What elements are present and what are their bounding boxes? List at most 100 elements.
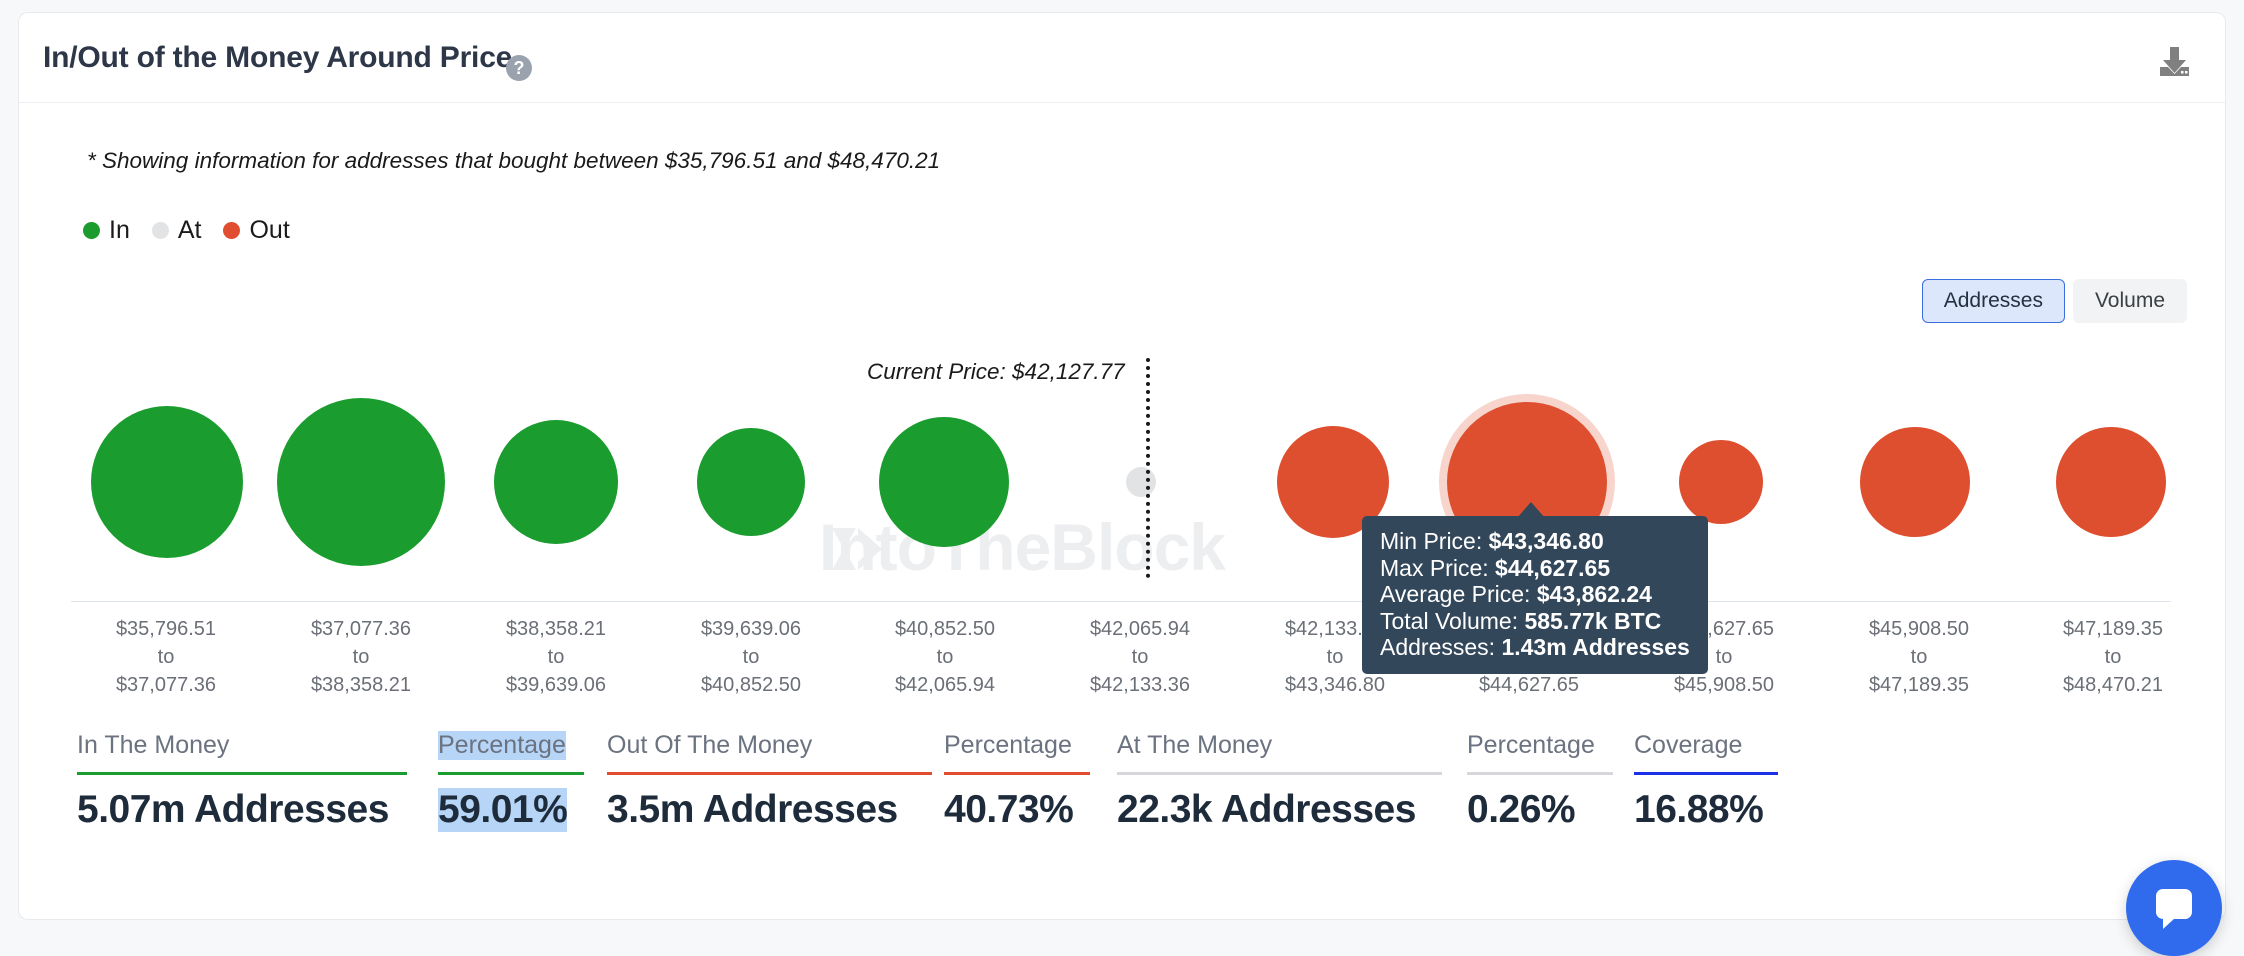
x-axis-label-11-from: $47,189.35: [2013, 615, 2213, 643]
bubble-in-2[interactable]: [277, 398, 445, 566]
stat-label-in-the-money-percentage: Percentage: [438, 731, 566, 760]
bubble-out-3[interactable]: [1679, 440, 1763, 524]
page-title: In/Out of the Money Around Price: [43, 41, 512, 75]
tooltip-row-max-price: Max Price: $44,627.65: [1380, 555, 1690, 582]
x-axis-label-2-to: to: [261, 643, 461, 671]
x-axis-label-3-from: $38,358.21: [456, 615, 656, 643]
stat-rule-out-of-the-money: [607, 772, 932, 775]
x-axis-label-5-until: $42,065.94: [845, 671, 1045, 699]
stat-rule-at-the-money: [1117, 772, 1442, 775]
bubble-in-3[interactable]: [494, 420, 618, 544]
stat-at-the-money-percentage: Percentage 0.26%: [1467, 731, 1613, 832]
x-axis-label-6-to: to: [1040, 643, 1240, 671]
x-axis-label-1: $35,796.51 to $37,077.36: [66, 615, 266, 699]
legend-item-out[interactable]: Out: [223, 216, 289, 245]
chart-note: * Showing information for addresses that…: [87, 148, 940, 174]
stat-label-at-the-money-percentage: Percentage: [1467, 731, 1595, 760]
x-axis-label-9-until: $45,908.50: [1624, 671, 1824, 699]
tooltip-value-max-price: $44,627.65: [1495, 555, 1610, 581]
stat-value-out-of-the-money: 3.5m Addresses: [607, 788, 898, 832]
x-axis-label-2-until: $38,358.21: [261, 671, 461, 699]
stat-label-out-of-the-money: Out Of The Money: [607, 731, 812, 760]
toggle-addresses-button[interactable]: Addresses: [1922, 279, 2065, 323]
stat-label-in-the-money: In The Money: [77, 731, 229, 760]
stat-in-the-money: In The Money 5.07m Addresses: [77, 731, 407, 832]
stat-rule-coverage: [1634, 772, 1778, 775]
tooltip-label-min-price: Min Price:: [1380, 528, 1489, 554]
legend-item-in[interactable]: In: [83, 216, 130, 245]
question-mark-icon[interactable]: ?: [506, 55, 532, 81]
x-axis-label-10: $45,908.50 to $47,189.35: [1819, 615, 2019, 699]
tooltip-label-average-price: Average Price:: [1380, 581, 1537, 607]
x-axis-label-3-until: $39,639.06: [456, 671, 656, 699]
card-header: In/Out of the Money Around Price ?: [19, 13, 2225, 103]
x-axis-label-11-until: $48,470.21: [2013, 671, 2213, 699]
bubble-at-1[interactable]: [1126, 467, 1156, 497]
current-price-label: Current Price: $42,127.77: [867, 359, 1125, 385]
x-axis-label-6-until: $42,133.36: [1040, 671, 1240, 699]
x-axis-label-2-from: $37,077.36: [261, 615, 461, 643]
x-axis-label-1-from: $35,796.51: [66, 615, 266, 643]
bubble-out-5[interactable]: [2056, 427, 2166, 537]
stat-out-of-the-money-percentage: Percentage 40.73%: [944, 731, 1090, 832]
x-axis-label-3: $38,358.21 to $39,639.06: [456, 615, 656, 699]
chart-tooltip: Min Price: $43,346.80 Max Price: $44,627…: [1362, 516, 1708, 674]
x-axis-label-1-until: $37,077.36: [66, 671, 266, 699]
legend-dot-at-icon: [152, 222, 169, 239]
stat-value-at-the-money-percentage: 0.26%: [1467, 788, 1575, 832]
bubble-in-1[interactable]: [91, 406, 243, 558]
x-axis-label-11-to: to: [2013, 643, 2213, 671]
stat-value-out-of-the-money-percentage: 40.73%: [944, 788, 1073, 832]
tooltip-row-addresses: Addresses: 1.43m Addresses: [1380, 634, 1690, 661]
x-axis-label-10-to: to: [1819, 643, 2019, 671]
chat-widget-button[interactable]: [2126, 860, 2222, 956]
stat-out-of-the-money: Out Of The Money 3.5m Addresses: [607, 731, 932, 832]
stat-value-in-the-money-percentage: 59.01%: [438, 788, 567, 832]
metric-toggle-group: Addresses Volume: [1922, 279, 2187, 323]
stat-label-out-of-the-money-percentage: Percentage: [944, 731, 1072, 760]
stat-rule-at-the-money-percentage: [1467, 772, 1613, 775]
tooltip-label-total-volume: Total Volume:: [1380, 608, 1524, 634]
stat-rule-in-the-money-percentage: [438, 772, 584, 775]
legend-label-at: At: [178, 216, 202, 245]
x-axis-label-6-from: $42,065.94: [1040, 615, 1240, 643]
tooltip-value-total-volume: 585.77k BTC: [1524, 608, 1661, 634]
download-icon[interactable]: [2151, 43, 2197, 85]
x-axis-label-4-from: $39,639.06: [651, 615, 851, 643]
x-axis-label-6: $42,065.94 to $42,133.36: [1040, 615, 1240, 699]
x-axis-label-2: $37,077.36 to $38,358.21: [261, 615, 461, 699]
x-axis-label-10-from: $45,908.50: [1819, 615, 2019, 643]
stat-value-in-the-money: 5.07m Addresses: [77, 788, 389, 832]
x-axis-label-5: $40,852.50 to $42,065.94: [845, 615, 1045, 699]
legend-label-out: Out: [249, 216, 289, 245]
tooltip-row-min-price: Min Price: $43,346.80: [1380, 528, 1690, 555]
watermark-text: IntoTheBlock: [819, 509, 1225, 585]
x-axis-line: [71, 601, 2171, 602]
stat-label-at-the-money: At The Money: [1117, 731, 1272, 760]
tooltip-value-average-price: $43,862.24: [1537, 581, 1652, 607]
stat-at-the-money: At The Money 22.3k Addresses: [1117, 731, 1442, 832]
x-axis-label-11: $47,189.35 to $48,470.21: [2013, 615, 2213, 699]
tooltip-value-min-price: $43,346.80: [1489, 528, 1604, 554]
x-axis-label-4-to: to: [651, 643, 851, 671]
legend-dot-out-icon: [223, 222, 240, 239]
x-axis-label-4: $39,639.06 to $40,852.50: [651, 615, 851, 699]
x-axis-label-10-until: $47,189.35: [1819, 671, 2019, 699]
x-axis-label-5-to: to: [845, 643, 1045, 671]
bubble-out-4[interactable]: [1860, 427, 1970, 537]
toggle-volume-button[interactable]: Volume: [2073, 279, 2187, 323]
x-axis-label-4-until: $40,852.50: [651, 671, 851, 699]
bubble-in-5[interactable]: [879, 417, 1009, 547]
tooltip-arrow: [1517, 502, 1545, 518]
chart-card: In/Out of the Money Around Price ? * Sho…: [18, 12, 2226, 920]
tooltip-value-addresses: 1.43m Addresses: [1501, 634, 1689, 660]
x-axis-label-8-until: $44,627.65: [1429, 671, 1629, 699]
x-axis-label-7-until: $43,346.80: [1235, 671, 1435, 699]
chart-legend: In At Out: [83, 216, 312, 245]
stat-coverage: Coverage 16.88%: [1634, 731, 1778, 832]
stat-rule-in-the-money: [77, 772, 407, 775]
stat-value-at-the-money: 22.3k Addresses: [1117, 788, 1416, 832]
x-axis-label-3-to: to: [456, 643, 656, 671]
legend-item-at[interactable]: At: [152, 216, 202, 245]
bubble-in-4[interactable]: [697, 428, 805, 536]
